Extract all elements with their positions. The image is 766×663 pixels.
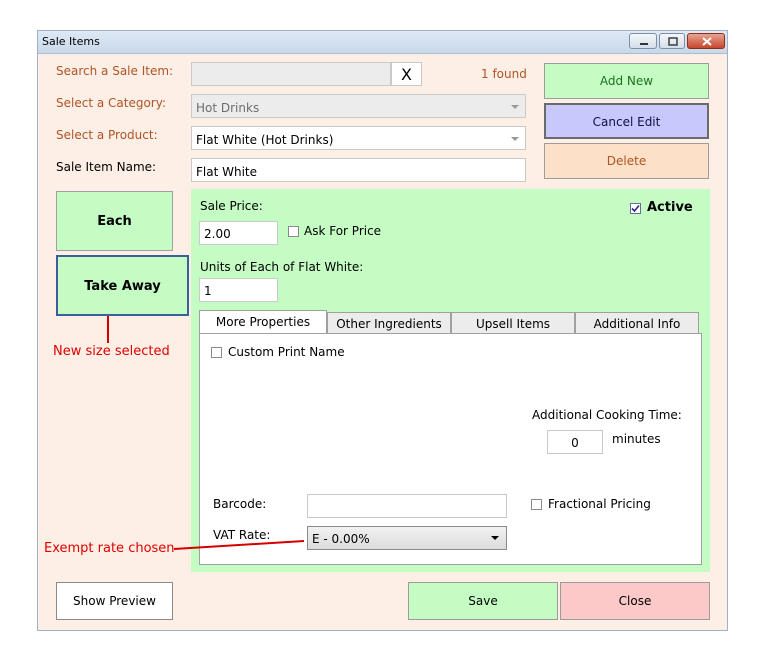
vat-rate-select[interactable]: E - 0.00% (307, 526, 507, 550)
show-preview-button[interactable]: Show Preview (56, 582, 173, 620)
size-take-away-button[interactable]: Take Away (56, 255, 189, 316)
vat-annotation-arrow (173, 540, 305, 550)
tab-more-properties[interactable]: More Properties (199, 310, 327, 334)
maximize-button[interactable] (659, 33, 685, 49)
active-checkbox[interactable] (630, 203, 641, 214)
close-icon (702, 37, 712, 46)
tab-upsell-items[interactable]: Upsell Items (451, 312, 575, 334)
search-input[interactable] (191, 62, 391, 86)
minimize-button[interactable] (629, 33, 657, 49)
save-button[interactable]: Save (408, 582, 558, 620)
maximize-icon (668, 37, 678, 46)
title-bar: Sale Items (38, 31, 727, 54)
search-label: Search a Sale Item: (56, 64, 174, 78)
cooking-time-input[interactable]: 0 (547, 430, 603, 454)
category-select[interactable]: Hot Drinks (191, 94, 526, 118)
ask-for-price-checkbox[interactable] (288, 226, 299, 237)
sale-item-name-input[interactable]: Flat White (191, 158, 526, 182)
close-button[interactable]: Close (560, 582, 710, 620)
cancel-edit-button[interactable]: Cancel Edit (544, 103, 709, 139)
product-value: Flat White (Hot Drinks) (196, 133, 334, 147)
product-select[interactable]: Flat White (Hot Drinks) (191, 126, 526, 150)
minimize-icon (640, 43, 648, 45)
size-each-button[interactable]: Each (56, 191, 173, 251)
custom-print-name-checkbox[interactable] (211, 347, 222, 358)
sale-price-label: Sale Price: (200, 199, 263, 213)
clear-search-button[interactable]: X (391, 62, 422, 86)
barcode-input[interactable] (307, 494, 507, 518)
size-annotation-line (107, 316, 109, 343)
custom-print-name-label: Custom Print Name (228, 345, 345, 359)
vat-annotation-text: Exempt rate chosen (44, 541, 175, 556)
ask-for-price-label: Ask For Price (304, 224, 382, 238)
fractional-pricing-label: Fractional Pricing (548, 497, 651, 511)
window-title: Sale Items (42, 35, 100, 48)
chevron-down-icon (511, 105, 519, 109)
fractional-pricing-checkbox[interactable] (531, 499, 542, 510)
category-value: Hot Drinks (196, 101, 260, 115)
product-label: Select a Product: (56, 128, 158, 142)
cooking-time-unit: minutes (612, 432, 661, 446)
units-label: Units of Each of Flat White: (200, 260, 364, 274)
sale-price-input[interactable]: 2.00 (199, 221, 278, 245)
sale-item-name-label: Sale Item Name: (56, 160, 157, 174)
barcode-label: Barcode: (213, 497, 267, 511)
delete-button[interactable]: Delete (544, 143, 709, 179)
add-new-button[interactable]: Add New (544, 63, 709, 99)
vat-rate-value: E - 0.00% (312, 532, 370, 546)
chevron-down-icon (511, 137, 519, 141)
active-label: Active (647, 200, 693, 215)
category-label: Select a Category: (56, 96, 166, 110)
found-count: 1 found (481, 67, 527, 81)
size-annotation-text: New size selected (53, 344, 170, 359)
tab-additional-info[interactable]: Additional Info (575, 312, 699, 334)
chevron-down-icon (491, 536, 499, 540)
close-window-button[interactable] (687, 33, 725, 49)
cooking-time-label: Additional Cooking Time: (532, 408, 682, 422)
checkmark-icon (631, 204, 640, 213)
units-input[interactable]: 1 (199, 278, 278, 302)
tab-other-ingredients[interactable]: Other Ingredients (327, 312, 451, 334)
